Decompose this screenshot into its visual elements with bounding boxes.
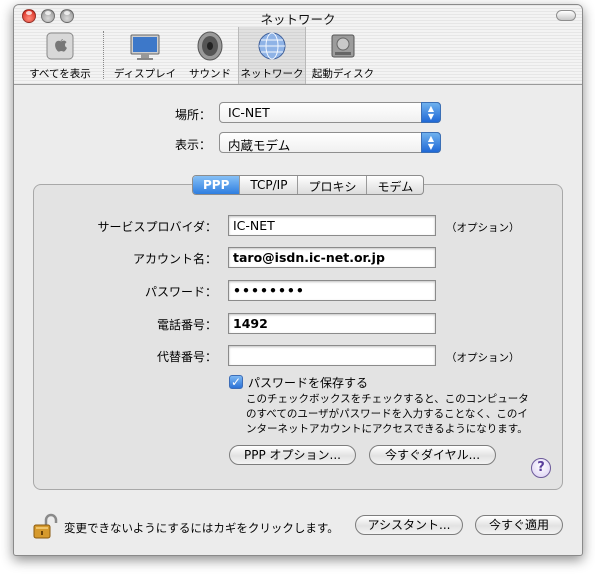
toolbar: すべてを表示 ディスプレイ サウンド ネットワーク 起動ディスク: [14, 27, 582, 84]
popup-arrows-icon: ▲ ▼: [421, 132, 441, 153]
password-field[interactable]: ••••••••: [228, 280, 436, 301]
show-value: 内蔵モデム: [228, 138, 291, 153]
location-popup[interactable]: IC-NET ▲ ▼: [219, 102, 441, 123]
phone-number-label: 電話番号：: [156, 318, 217, 332]
ppp-options-button[interactable]: PPP オプション...: [229, 445, 356, 465]
window-title: ネットワーク: [260, 12, 336, 27]
toolbar-label: 起動ディスク: [311, 68, 375, 80]
apple-icon: [46, 32, 74, 60]
disk-icon: [331, 34, 355, 58]
network-globe-icon: [258, 32, 286, 60]
tab-tcpip[interactable]: TCP/IP: [239, 176, 297, 194]
toolbar-label: すべてを表示: [29, 68, 91, 80]
alternate-number-label: 代替番号：: [156, 350, 217, 364]
save-password-checkbox[interactable]: ✓: [229, 375, 243, 389]
alternate-number-field[interactable]: [228, 345, 436, 366]
location-label: 場所：: [174, 108, 211, 122]
display-icon: [130, 34, 160, 60]
toolbar-network[interactable]: ネットワーク: [238, 27, 306, 84]
network-preferences-window: ネットワーク すべてを表示 ディスプレイ サウンド ネットワーク 起動ディスク …: [13, 4, 583, 556]
apply-now-button[interactable]: 今すぐ適用: [475, 515, 563, 535]
toolbar-label: ネットワーク: [240, 68, 304, 80]
account-name-label: アカウント名：: [132, 252, 217, 266]
service-provider-optional-note: （オプション）: [446, 222, 520, 234]
help-button[interactable]: ?: [531, 458, 551, 478]
toolbar-display[interactable]: ディスプレイ: [110, 27, 180, 84]
toolbar-sound[interactable]: サウンド: [182, 27, 238, 84]
toolbar-startup-disk[interactable]: 起動ディスク: [308, 27, 378, 84]
show-popup[interactable]: 内蔵モデム ▲ ▼: [219, 132, 441, 153]
lock-open-icon[interactable]: [32, 513, 60, 541]
tab-modem[interactable]: モデム: [366, 176, 423, 194]
save-password-help-text: このチェックボックスをチェックすると、このコンピュータのすべてのユーザがパスワー…: [246, 393, 529, 435]
alternate-number-optional-note: （オプション）: [446, 352, 520, 364]
toolbar-label: サウンド: [189, 68, 231, 80]
assistant-button[interactable]: アシスタント...: [355, 515, 463, 535]
service-provider-label: サービスプロバイダ：: [97, 220, 217, 234]
speaker-icon: [197, 31, 223, 61]
save-password-label[interactable]: パスワードを保存する: [248, 374, 368, 391]
toolbar-show-all[interactable]: すべてを表示: [20, 27, 100, 84]
tab-proxy[interactable]: プロキシ: [297, 176, 366, 194]
tab-bar: PPP TCP/IP プロキシ モデム: [192, 175, 425, 195]
dial-now-button[interactable]: 今すぐダイヤル...: [369, 445, 496, 465]
service-provider-field[interactable]: IC-NET: [228, 215, 436, 236]
popup-arrows-icon: ▲ ▼: [421, 102, 441, 123]
show-label: 表示：: [174, 138, 211, 152]
password-label: パスワード：: [144, 285, 217, 299]
location-value: IC-NET: [228, 105, 270, 120]
lock-instruction-text: 変更できないようにするにはカギをクリックします。: [64, 521, 339, 535]
account-name-field[interactable]: taro@isdn.ic-net.or.jp: [228, 247, 436, 268]
tab-ppp[interactable]: PPP: [193, 176, 240, 194]
phone-number-field[interactable]: 1492: [228, 313, 436, 334]
title-bar: ネットワーク すべてを表示 ディスプレイ サウンド ネットワーク 起動ディスク: [14, 5, 582, 85]
toolbar-toggle-button[interactable]: [556, 10, 576, 21]
toolbar-separator: [103, 31, 104, 79]
toolbar-label: ディスプレイ: [113, 68, 177, 80]
